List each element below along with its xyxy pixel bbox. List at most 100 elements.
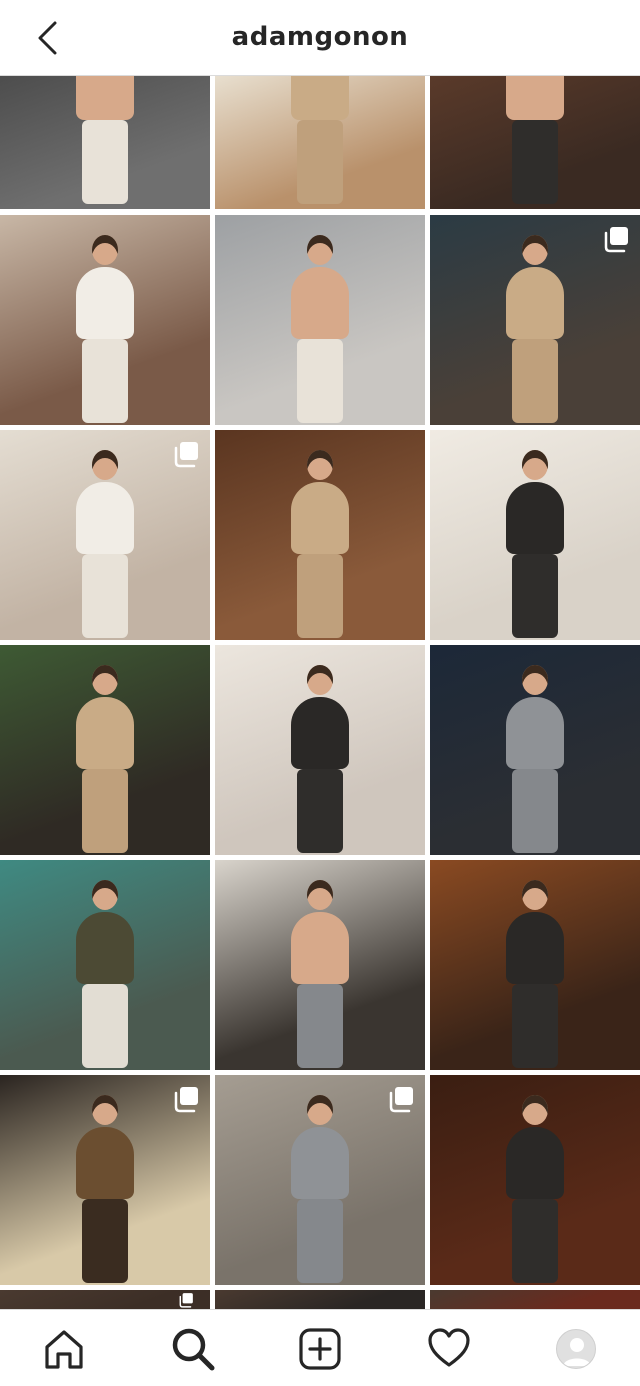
multiple-photos-icon [604, 227, 628, 253]
person-legs [82, 984, 128, 1068]
person-legs [512, 339, 558, 423]
grid-photo-tile[interactable] [430, 645, 640, 855]
grid-photo-tile[interactable] [215, 76, 425, 209]
home-icon [45, 1330, 83, 1369]
person-legs [82, 339, 128, 423]
photo-background [215, 1290, 425, 1309]
person-head [92, 1095, 118, 1125]
person-torso [291, 1127, 349, 1199]
grid-photo-tile[interactable] [215, 430, 425, 640]
person-torso [506, 482, 564, 554]
person-legs [512, 769, 558, 853]
person-head [522, 880, 548, 910]
person-legs [82, 554, 128, 638]
person-torso [506, 912, 564, 984]
person-legs [82, 120, 128, 204]
grid-photo-tile[interactable] [0, 76, 210, 209]
person-head [92, 235, 118, 265]
grid-photo-tile[interactable] [0, 430, 210, 640]
tab-home[interactable] [41, 1326, 87, 1372]
person-figure [285, 76, 355, 206]
top-bar: adamgonon [0, 0, 640, 76]
photo-background [430, 1290, 640, 1309]
plus-square-icon [299, 1328, 341, 1370]
grid-photo-tile[interactable] [430, 76, 640, 209]
person-torso [291, 697, 349, 769]
person-torso [76, 697, 134, 769]
photo-grid [0, 76, 640, 1309]
bottom-tab-bar [0, 1309, 640, 1386]
person-figure [285, 880, 355, 1070]
multiple-photos-icon [174, 442, 198, 468]
person-torso [291, 76, 349, 120]
person-head [307, 880, 333, 910]
grid-photo-tile[interactable] [215, 215, 425, 425]
person-legs [512, 554, 558, 638]
person-torso [506, 697, 564, 769]
search-icon [172, 1328, 215, 1371]
multiple-photos-icon [179, 1293, 193, 1308]
tab-search[interactable] [170, 1326, 216, 1372]
person-legs [297, 769, 343, 853]
person-figure [285, 1095, 355, 1285]
person-head [522, 1095, 548, 1125]
heart-icon [428, 1328, 470, 1367]
tab-activity[interactable] [426, 1326, 472, 1372]
person-figure [500, 665, 570, 855]
grid-photo-tile[interactable] [430, 1290, 640, 1309]
person-figure [500, 880, 570, 1070]
person-torso [291, 267, 349, 339]
person-legs [512, 120, 558, 204]
person-torso [506, 1127, 564, 1199]
person-figure [285, 665, 355, 855]
person-head [307, 665, 333, 695]
grid-photo-tile[interactable] [215, 645, 425, 855]
person-head [307, 1095, 333, 1125]
person-figure [500, 235, 570, 425]
grid-photo-tile[interactable] [430, 430, 640, 640]
person-torso [506, 267, 564, 339]
person-head [92, 450, 118, 480]
person-figure [70, 880, 140, 1070]
person-figure [500, 1095, 570, 1285]
person-head [307, 235, 333, 265]
grid-photo-tile[interactable] [0, 860, 210, 1070]
person-legs [82, 769, 128, 853]
person-torso [76, 267, 134, 339]
person-figure [70, 76, 140, 206]
person-legs [297, 984, 343, 1068]
person-legs [297, 1199, 343, 1283]
person-torso [76, 482, 134, 554]
person-torso [76, 76, 134, 120]
tab-profile[interactable] [553, 1326, 599, 1372]
multiple-photos-icon [174, 1087, 198, 1113]
person-figure [70, 450, 140, 640]
person-torso [76, 912, 134, 984]
person-legs [512, 984, 558, 1068]
person-figure [500, 76, 570, 206]
grid-photo-tile[interactable] [430, 1075, 640, 1285]
person-head [522, 665, 548, 695]
grid-photo-tile[interactable] [0, 215, 210, 425]
profile-username-title: adamgonon [231, 22, 409, 52]
person-legs [297, 120, 343, 204]
person-legs [297, 339, 343, 423]
grid-photo-tile[interactable] [215, 1075, 425, 1285]
grid-photo-tile[interactable] [0, 645, 210, 855]
person-figure [70, 235, 140, 425]
tab-create[interactable] [297, 1326, 343, 1372]
grid-photo-tile[interactable] [215, 1290, 425, 1309]
grid-photo-tile[interactable] [430, 215, 640, 425]
grid-photo-tile[interactable] [0, 1075, 210, 1285]
person-torso [506, 76, 564, 120]
grid-photo-tile[interactable] [0, 1290, 210, 1309]
person-torso [291, 482, 349, 554]
person-figure [70, 665, 140, 855]
person-torso [76, 1127, 134, 1199]
person-figure [285, 450, 355, 640]
grid-photo-tile[interactable] [215, 860, 425, 1070]
multiple-photos-icon [389, 1087, 413, 1113]
person-head [307, 450, 333, 480]
person-figure [285, 235, 355, 425]
grid-photo-tile[interactable] [430, 860, 640, 1070]
